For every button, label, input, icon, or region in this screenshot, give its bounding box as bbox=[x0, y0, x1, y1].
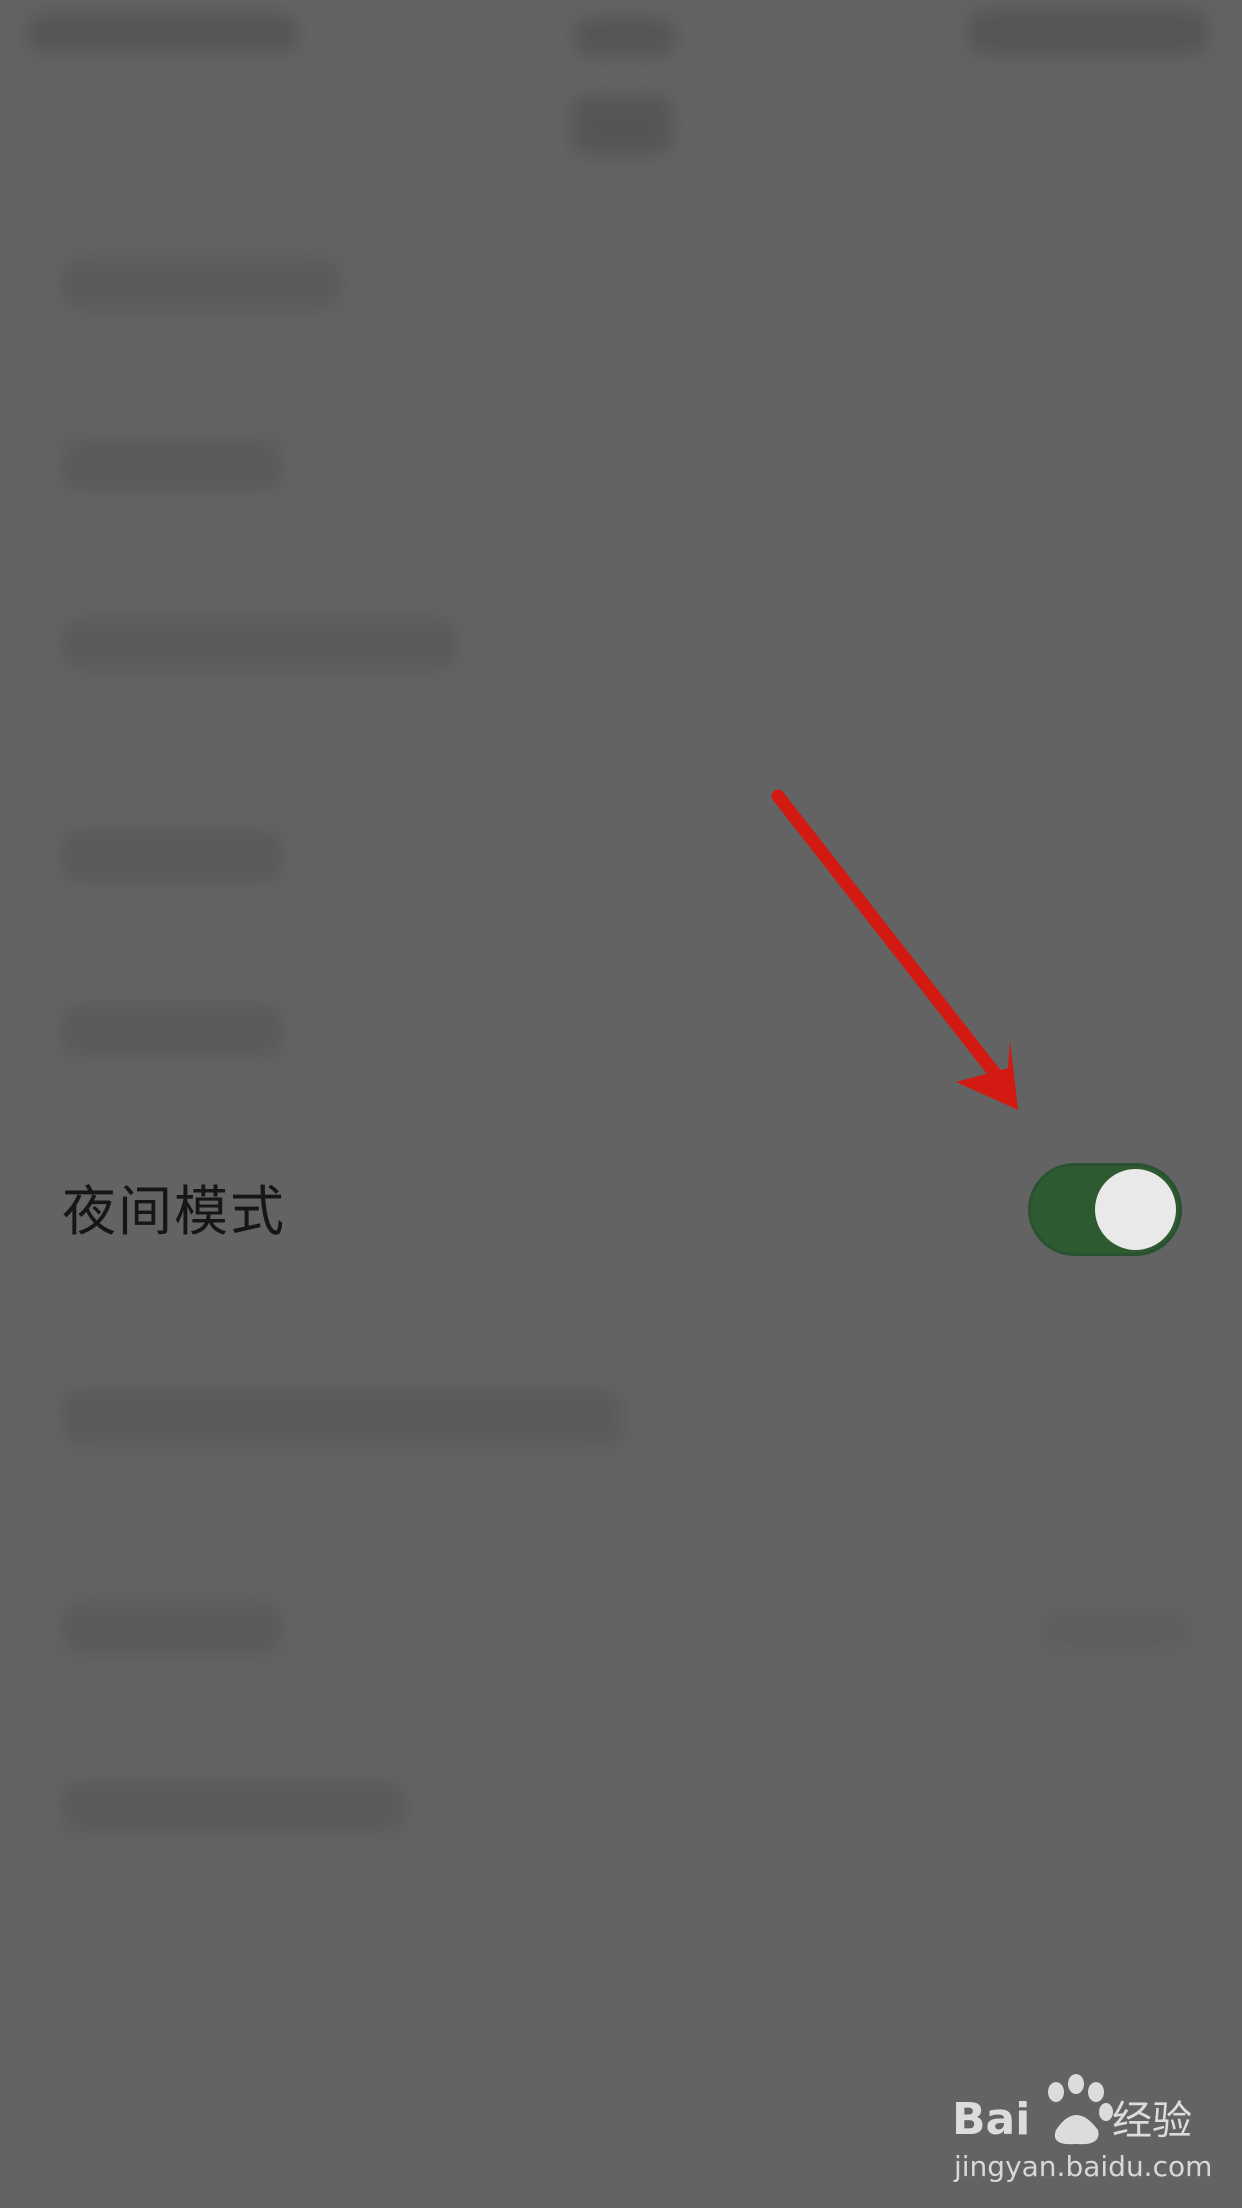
status-bar-icons bbox=[968, 10, 1208, 54]
section-divider bbox=[0, 728, 1242, 730]
settings-item-8[interactable] bbox=[62, 1603, 282, 1655]
settings-screen: 夜间模式 Bai 经验 jingyan.baidu.com bbox=[0, 0, 1242, 2208]
night-mode-toggle[interactable] bbox=[1028, 1163, 1182, 1256]
svg-text:经验: 经验 bbox=[1112, 2098, 1192, 2144]
watermark-url: jingyan.baidu.com bbox=[954, 2150, 1213, 2183]
settings-item-night-mode[interactable]: 夜间模式 bbox=[0, 1150, 1242, 1274]
status-bar-center bbox=[575, 18, 675, 56]
settings-item-3[interactable] bbox=[62, 620, 457, 668]
status-bar-time bbox=[28, 14, 298, 52]
svg-text:Bai: Bai bbox=[952, 2094, 1030, 2145]
baidu-paw-logo-icon: Bai 经验 bbox=[952, 2074, 1192, 2145]
settings-item-9[interactable] bbox=[62, 1782, 404, 1832]
settings-item-7[interactable] bbox=[62, 1390, 622, 1446]
watermark: Bai 经验 jingyan.baidu.com bbox=[952, 2070, 1212, 2190]
settings-item-8-value bbox=[1040, 1610, 1190, 1650]
row-divider bbox=[0, 1120, 1242, 1122]
toggle-knob bbox=[1095, 1169, 1176, 1250]
settings-item-1[interactable] bbox=[62, 258, 340, 308]
page-title bbox=[572, 96, 672, 154]
annotation-arrow-icon bbox=[771, 789, 1018, 1110]
settings-item-4[interactable] bbox=[62, 830, 282, 882]
night-mode-label: 夜间模式 bbox=[62, 1180, 286, 1243]
settings-item-2[interactable] bbox=[62, 440, 282, 490]
settings-item-5[interactable] bbox=[62, 1005, 282, 1057]
row-divider bbox=[0, 1310, 1242, 1312]
